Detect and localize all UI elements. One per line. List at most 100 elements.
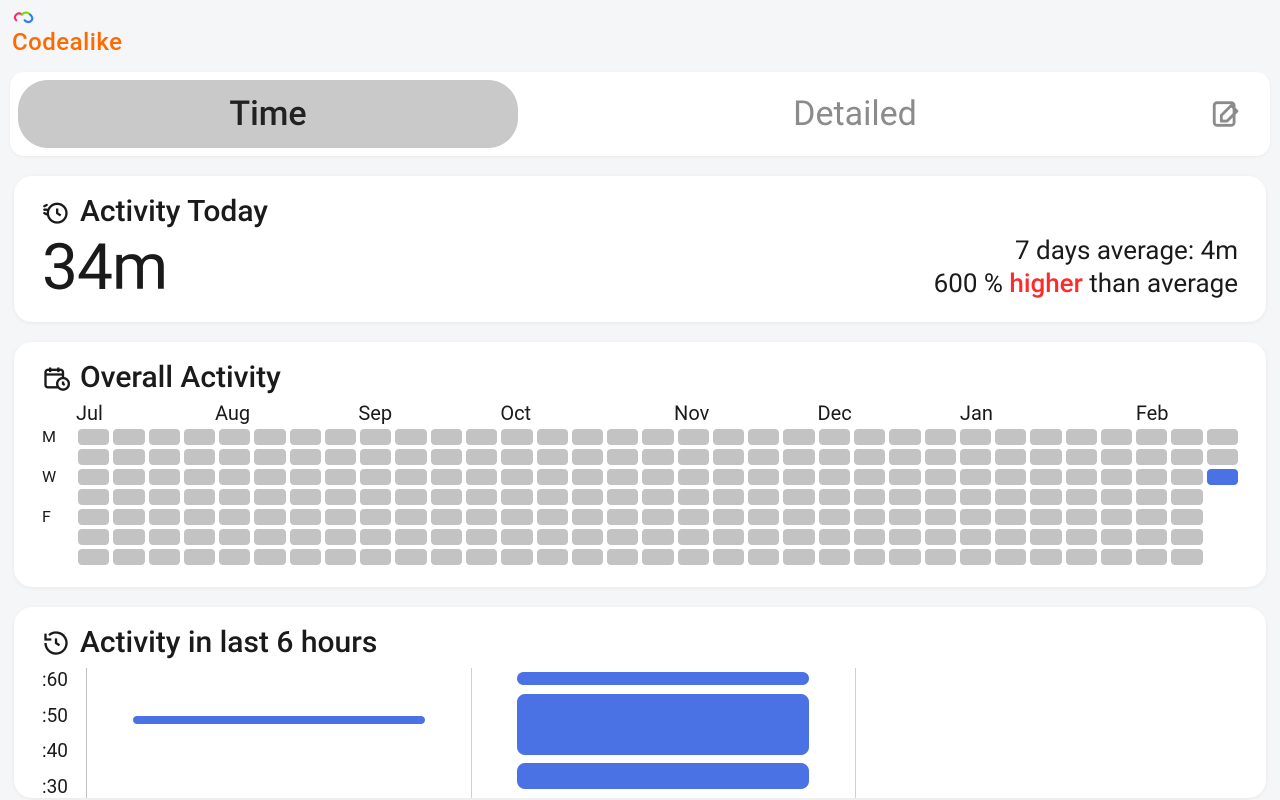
heatmap-cell[interactable]	[854, 509, 885, 525]
heatmap-cell[interactable]	[184, 489, 215, 505]
heatmap-cell[interactable]	[1171, 549, 1202, 565]
heatmap-cell[interactable]	[925, 529, 956, 545]
heatmap-cell[interactable]	[1030, 509, 1061, 525]
edit-button[interactable]	[1192, 97, 1262, 131]
heatmap-cell[interactable]	[642, 469, 673, 485]
heatmap-cell[interactable]	[466, 469, 497, 485]
heatmap-cell[interactable]	[113, 429, 144, 445]
heatmap-cell[interactable]	[607, 429, 638, 445]
heatmap-cell[interactable]	[713, 509, 744, 525]
heatmap-cell[interactable]	[748, 549, 779, 565]
heatmap-cell[interactable]	[325, 549, 356, 565]
heatmap-cell[interactable]	[184, 529, 215, 545]
heatmap-cell[interactable]	[748, 489, 779, 505]
heatmap-cell[interactable]	[501, 529, 532, 545]
heatmap-cell[interactable]	[113, 469, 144, 485]
heatmap-cell[interactable]	[290, 449, 321, 465]
heatmap-cell[interactable]	[254, 509, 285, 525]
heatmap-cell[interactable]	[1030, 529, 1061, 545]
timeline-block[interactable]	[517, 672, 809, 685]
heatmap-cell[interactable]	[1207, 469, 1238, 485]
heatmap-cell[interactable]	[325, 509, 356, 525]
heatmap-cell[interactable]	[431, 549, 462, 565]
heatmap-cell[interactable]	[219, 489, 250, 505]
heatmap-cell[interactable]	[360, 429, 391, 445]
heatmap-cell[interactable]	[325, 489, 356, 505]
heatmap-cell[interactable]	[290, 549, 321, 565]
heatmap-cell[interactable]	[925, 509, 956, 525]
heatmap-cell[interactable]	[113, 449, 144, 465]
heatmap-cell[interactable]	[678, 489, 709, 505]
heatmap-cell[interactable]	[1030, 449, 1061, 465]
heatmap-cell[interactable]	[1171, 449, 1202, 465]
heatmap-cell[interactable]	[219, 549, 250, 565]
heatmap-cell[interactable]	[1101, 529, 1132, 545]
heatmap-cell[interactable]	[290, 489, 321, 505]
heatmap-cell[interactable]	[642, 509, 673, 525]
heatmap-cell[interactable]	[713, 529, 744, 545]
heatmap-cell[interactable]	[184, 469, 215, 485]
heatmap-cell[interactable]	[537, 489, 568, 505]
heatmap-cell[interactable]	[889, 429, 920, 445]
heatmap-cell[interactable]	[960, 449, 991, 465]
heatmap-cell[interactable]	[149, 509, 180, 525]
heatmap-cell[interactable]	[960, 529, 991, 545]
heatmap-cell[interactable]	[290, 429, 321, 445]
heatmap-cell[interactable]	[501, 469, 532, 485]
heatmap-cell[interactable]	[395, 489, 426, 505]
heatmap-cell[interactable]	[325, 529, 356, 545]
heatmap-cell[interactable]	[1101, 549, 1132, 565]
heatmap-cell[interactable]	[1207, 449, 1238, 465]
heatmap-cell[interactable]	[360, 449, 391, 465]
heatmap-cell[interactable]	[431, 469, 462, 485]
heatmap-cell[interactable]	[537, 469, 568, 485]
heatmap-cell[interactable]	[254, 549, 285, 565]
heatmap-cell[interactable]	[184, 429, 215, 445]
heatmap-cell[interactable]	[184, 449, 215, 465]
heatmap-cell[interactable]	[854, 449, 885, 465]
heatmap-cell[interactable]	[395, 549, 426, 565]
heatmap-cell[interactable]	[748, 469, 779, 485]
heatmap-cell[interactable]	[219, 429, 250, 445]
heatmap-cell[interactable]	[783, 549, 814, 565]
heatmap-cell[interactable]	[925, 469, 956, 485]
heatmap-cell[interactable]	[149, 489, 180, 505]
heatmap-cell[interactable]	[254, 429, 285, 445]
heatmap-cell[interactable]	[819, 429, 850, 445]
heatmap-cell[interactable]	[149, 429, 180, 445]
heatmap-cell[interactable]	[819, 549, 850, 565]
heatmap-cell[interactable]	[607, 449, 638, 465]
heatmap-cell[interactable]	[713, 489, 744, 505]
heatmap-cell[interactable]	[1030, 549, 1061, 565]
heatmap-cell[interactable]	[572, 449, 603, 465]
heatmap-cell[interactable]	[537, 429, 568, 445]
heatmap-cell[interactable]	[78, 429, 109, 445]
heatmap-cell[interactable]	[466, 449, 497, 465]
heatmap-cell[interactable]	[431, 509, 462, 525]
heatmap-cell[interactable]	[1030, 469, 1061, 485]
heatmap-cell[interactable]	[642, 429, 673, 445]
heatmap-cell[interactable]	[395, 509, 426, 525]
heatmap-cell[interactable]	[889, 549, 920, 565]
heatmap-cell[interactable]	[360, 549, 391, 565]
heatmap-cell[interactable]	[889, 509, 920, 525]
heatmap-cell[interactable]	[960, 429, 991, 445]
heatmap-cell[interactable]	[1171, 529, 1202, 545]
heatmap-cell[interactable]	[1101, 449, 1132, 465]
heatmap-cell[interactable]	[783, 429, 814, 445]
heatmap-cell[interactable]	[642, 549, 673, 565]
heatmap-cell[interactable]	[960, 549, 991, 565]
heatmap-cell[interactable]	[78, 509, 109, 525]
heatmap-cell[interactable]	[113, 529, 144, 545]
heatmap-cell[interactable]	[995, 449, 1026, 465]
heatmap-cell[interactable]	[219, 509, 250, 525]
heatmap-cell[interactable]	[1066, 529, 1097, 545]
heatmap-cell[interactable]	[995, 509, 1026, 525]
heatmap-cell[interactable]	[501, 429, 532, 445]
heatmap-cell[interactable]	[501, 449, 532, 465]
heatmap-cell[interactable]	[783, 489, 814, 505]
heatmap-cell[interactable]	[1101, 429, 1132, 445]
heatmap-cell[interactable]	[78, 449, 109, 465]
heatmap-cell[interactable]	[854, 549, 885, 565]
heatmap-cell[interactable]	[537, 509, 568, 525]
